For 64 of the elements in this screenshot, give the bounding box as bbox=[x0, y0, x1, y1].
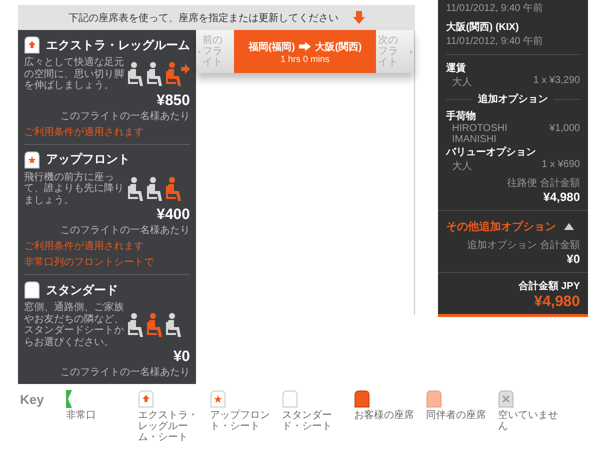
option-name: バリューオプション bbox=[446, 145, 537, 159]
fare-amount: 1 x ¥3,290 bbox=[533, 75, 580, 88]
departure-time: 11/01/2012, 9:40 午前 bbox=[446, 2, 544, 15]
down-arrow-icon bbox=[352, 11, 364, 24]
terms-link[interactable]: ご利用条件が適用されます bbox=[24, 239, 190, 253]
other-options-total: ¥0 bbox=[566, 252, 580, 266]
key-label: スタンダード・シート bbox=[282, 410, 333, 432]
other-options-total-label: 追加オプション 合計金額 bbox=[466, 238, 580, 252]
seat-price: ¥0 bbox=[172, 348, 190, 365]
flight-duration: 1 hrs 0 mins bbox=[280, 54, 330, 64]
instruction-text: 下記の座席表を使って、座席を指定または更新してください bbox=[68, 12, 338, 24]
exit-marker-icon bbox=[66, 390, 72, 408]
seat-price: ¥400 bbox=[156, 206, 190, 223]
fare-label: 運賃 bbox=[446, 62, 467, 75]
terms-link[interactable]: ご利用条件が適用されます bbox=[24, 124, 190, 138]
key-label: 同伴者の座席 bbox=[426, 410, 486, 421]
option-detail: HIROTOSHI IMANISHI bbox=[452, 123, 508, 145]
seat-icon bbox=[210, 390, 226, 408]
seat-icon bbox=[24, 150, 40, 168]
key-label: アップフロント・シート bbox=[210, 410, 271, 432]
left-arrow-icon bbox=[198, 48, 200, 56]
seat-type-title: エクストラ・レッグルーム bbox=[46, 36, 190, 54]
terms-link[interactable]: 非常口列のフロントシートで bbox=[24, 255, 190, 269]
seat-icon bbox=[138, 390, 154, 408]
seat-type-title: スタンダード bbox=[46, 282, 118, 298]
arrival-airport: 大阪(関西) (KIX) bbox=[446, 20, 520, 34]
previous-flight-button[interactable]: 前のフライト bbox=[196, 30, 234, 73]
origin-city: 福岡(福岡) bbox=[248, 40, 295, 54]
seat-icon bbox=[426, 390, 442, 408]
seat-type-description: 広々として快適な足元の空間に、思い切り脚を伸ばしましょう。 bbox=[24, 57, 124, 92]
key-label: エクストラ・レッグルーム・シート bbox=[138, 410, 199, 443]
seat-icon bbox=[498, 390, 514, 408]
seat-icon bbox=[282, 390, 298, 408]
key-label: 空いていません bbox=[498, 410, 559, 432]
right-arrow-icon bbox=[299, 42, 311, 51]
seat-type-description: 窓側、通路側、ご家族やお友だちの隣など、スタンダードシートからお選びください。 bbox=[24, 302, 124, 348]
key-label: お客様の座席 bbox=[354, 410, 414, 421]
option-amount: ¥1,000 bbox=[549, 123, 580, 136]
key-title: Key bbox=[20, 392, 45, 407]
seat-icon bbox=[24, 281, 40, 299]
price-note: このフライトの一名様あたり bbox=[59, 110, 190, 122]
destination-city: 大阪(関西) bbox=[315, 40, 362, 54]
seat-icon bbox=[24, 36, 40, 54]
seat-price: ¥850 bbox=[156, 92, 190, 108]
seat-type-title: アップフロント bbox=[46, 151, 130, 168]
other-options-title[interactable]: その他追加オプション bbox=[446, 219, 556, 234]
grand-total-label: 合計金額 JPY bbox=[517, 280, 580, 293]
seat-type-description: 飛行機の前方に座って、誰よりも先に降りましょう。 bbox=[24, 172, 124, 206]
right-arrow-icon bbox=[410, 48, 412, 56]
passenger-type: 大人 bbox=[452, 76, 472, 89]
price-note: このフライトの一名様あたり bbox=[59, 224, 190, 237]
next-flight-button[interactable]: 次のフライト bbox=[376, 30, 414, 73]
option-detail: 大人 bbox=[452, 160, 472, 173]
outbound-total-label: 往路便 合計金額 bbox=[506, 176, 580, 190]
option-name: 手荷物 bbox=[446, 110, 477, 123]
options-heading: 追加オプション bbox=[478, 92, 548, 106]
price-note: このフライトの一名様あたり bbox=[59, 366, 190, 379]
collapse-triangle-icon[interactable] bbox=[564, 223, 574, 230]
key-label: 非常口 bbox=[66, 410, 96, 421]
arrival-time: 11/01/2012, 9:40 午前 bbox=[446, 35, 544, 48]
seat-icon bbox=[354, 390, 370, 408]
outbound-total: ¥4,980 bbox=[542, 190, 580, 204]
grand-total: ¥4,980 bbox=[533, 293, 580, 310]
option-amount: 1 x ¥690 bbox=[542, 159, 580, 172]
